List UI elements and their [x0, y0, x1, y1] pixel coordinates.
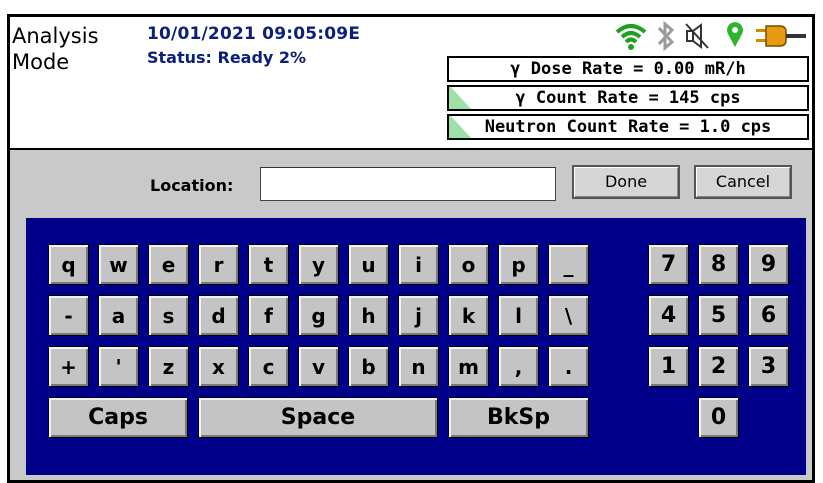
key-j[interactable]: j [398, 295, 439, 336]
mode-text: Analysis Mode [12, 24, 99, 74]
gamma-dose-rate-text: γ Dose Rate = 0.00 mR/h [510, 59, 746, 79]
key-w[interactable]: w [98, 244, 139, 285]
key-q[interactable]: q [48, 244, 89, 285]
key-o[interactable]: o [448, 244, 489, 285]
status-header: Analysis Mode 10/01/2021 09:05:09E Statu… [10, 17, 812, 148]
key-4[interactable]: 4 [648, 295, 689, 336]
key-i[interactable]: i [398, 244, 439, 285]
bluetooth-icon [654, 19, 678, 57]
key-plus[interactable]: + [48, 346, 89, 387]
key-backslash[interactable]: \ [548, 295, 589, 336]
space-key[interactable]: Space [198, 397, 438, 438]
location-label: Location: [150, 176, 234, 195]
key-3[interactable]: 3 [748, 346, 789, 387]
key-f[interactable]: f [248, 295, 289, 336]
caps-key[interactable]: Caps [48, 397, 188, 438]
key-b[interactable]: b [348, 346, 389, 387]
key-l[interactable]: l [498, 295, 539, 336]
key-apostrophe[interactable]: ' [98, 346, 139, 387]
neutron-count-rate: Neutron Count Rate = 1.0 cps [447, 114, 809, 140]
key-comma[interactable]: , [498, 346, 539, 387]
key-n[interactable]: n [398, 346, 439, 387]
entry-panel: Location: Done Cancel q w e r t y u i o … [10, 150, 812, 480]
key-6[interactable]: 6 [748, 295, 789, 336]
key-c[interactable]: c [248, 346, 289, 387]
key-t[interactable]: t [248, 244, 289, 285]
neutron-count-rate-text: Neutron Count Rate = 1.0 cps [484, 117, 772, 137]
key-2[interactable]: 2 [698, 346, 739, 387]
key-v[interactable]: v [298, 346, 339, 387]
key-y[interactable]: y [298, 244, 339, 285]
key-d[interactable]: d [198, 295, 239, 336]
key-h[interactable]: h [348, 295, 389, 336]
power-plug-icon [754, 19, 808, 57]
key-8[interactable]: 8 [698, 244, 739, 285]
backspace-key[interactable]: BkSp [448, 397, 589, 438]
key-1[interactable]: 1 [648, 346, 689, 387]
gamma-count-rate: γ Count Rate = 145 cps [447, 85, 809, 111]
key-u[interactable]: u [348, 244, 389, 285]
gps-pin-icon [724, 19, 746, 57]
status-text: Status: Ready 2% [147, 48, 307, 67]
key-0[interactable]: 0 [698, 397, 739, 438]
gamma-count-indicator [449, 87, 471, 109]
key-9[interactable]: 9 [748, 244, 789, 285]
done-button[interactable]: Done [572, 165, 680, 199]
key-g[interactable]: g [298, 295, 339, 336]
gamma-count-rate-text: γ Count Rate = 145 cps [515, 88, 741, 108]
key-k[interactable]: k [448, 295, 489, 336]
key-underscore[interactable]: _ [548, 244, 589, 285]
key-minus[interactable]: - [48, 295, 89, 336]
speaker-muted-icon [684, 19, 712, 57]
device-screen: Analysis Mode 10/01/2021 09:05:09E Statu… [0, 0, 823, 483]
key-7[interactable]: 7 [648, 244, 689, 285]
wifi-icon [614, 19, 648, 57]
key-s[interactable]: s [148, 295, 189, 336]
key-x[interactable]: x [198, 346, 239, 387]
location-input[interactable] [260, 167, 556, 201]
on-screen-keyboard: q w e r t y u i o p _ - a s d f g h j k … [26, 218, 806, 475]
key-m[interactable]: m [448, 346, 489, 387]
key-p[interactable]: p [498, 244, 539, 285]
key-a[interactable]: a [98, 295, 139, 336]
key-e[interactable]: e [148, 244, 189, 285]
mode-label: Analysis Mode [12, 23, 132, 75]
datetime-text: 10/01/2021 09:05:09E [147, 24, 361, 44]
key-period[interactable]: . [548, 346, 589, 387]
key-z[interactable]: z [148, 346, 189, 387]
key-5[interactable]: 5 [698, 295, 739, 336]
key-r[interactable]: r [198, 244, 239, 285]
gamma-dose-rate: γ Dose Rate = 0.00 mR/h [447, 56, 809, 82]
cancel-button[interactable]: Cancel [694, 165, 792, 199]
status-icons [614, 19, 810, 53]
neutron-count-indicator [449, 116, 471, 138]
